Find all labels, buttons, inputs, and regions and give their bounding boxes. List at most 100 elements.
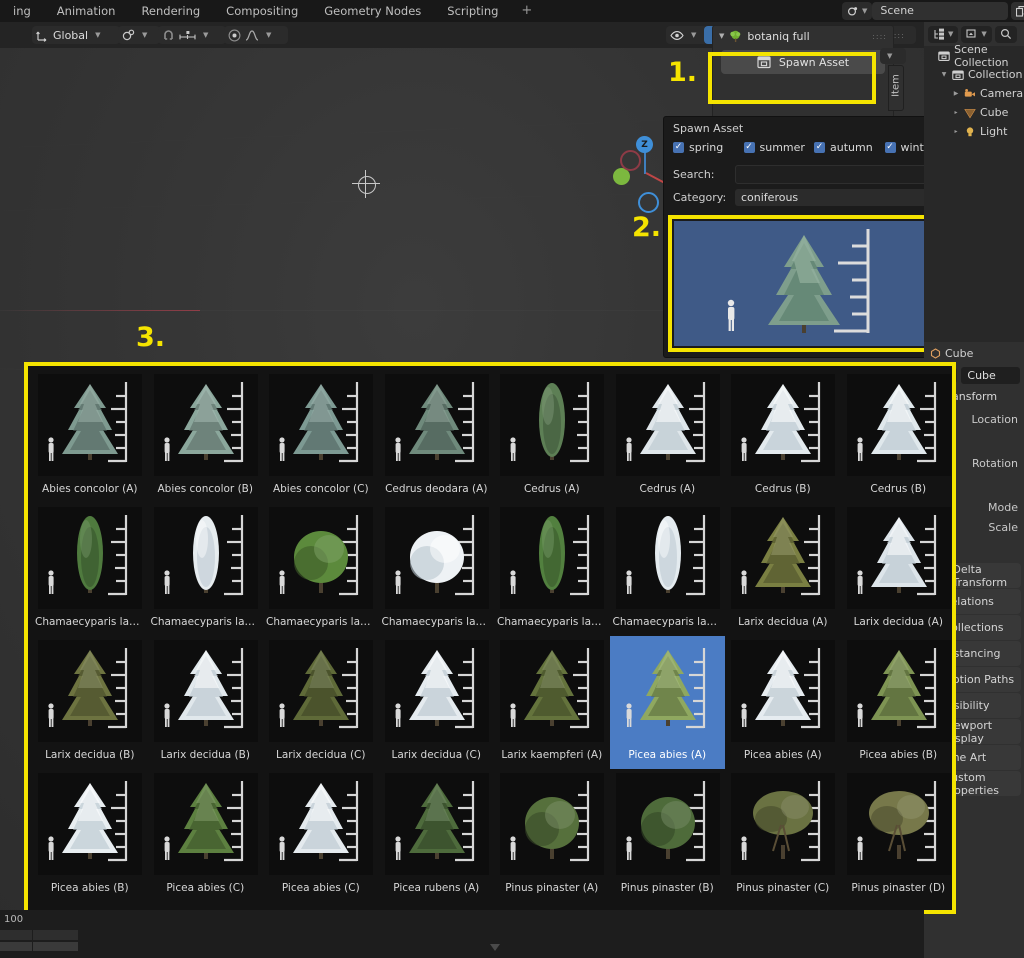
expand-triangle-icon[interactable]: ▸ — [952, 128, 960, 135]
botaniq-panel-header[interactable]: ▼ botaniq full :::: — [713, 26, 893, 46]
asset-item[interactable]: Picea abies (B) — [32, 769, 148, 902]
snap-group[interactable]: ▼ — [158, 26, 226, 44]
asset-item[interactable]: Abies concolor (A) — [32, 370, 148, 503]
popup-title: Spawn Asset — [673, 122, 744, 135]
category-dropdown[interactable]: coniferous ▼ — [735, 189, 955, 206]
asset-item[interactable]: Larix decidua (C) — [263, 636, 379, 769]
expand-triangle-icon[interactable]: ▶ — [952, 90, 960, 97]
scene-name-field[interactable]: Scene — [872, 2, 1009, 20]
search-input[interactable] — [735, 165, 955, 184]
asset-label: Picea abies (C) — [166, 882, 245, 894]
asset-item[interactable]: Abies concolor (B) — [148, 370, 264, 503]
workspace-tab-compositing[interactable]: Compositing — [213, 0, 311, 22]
asset-item[interactable]: Larix decidua (C) — [379, 636, 495, 769]
asset-label: Pinus pinaster (C) — [736, 882, 830, 894]
npanel-extra-dropdown[interactable]: ▼ — [880, 48, 906, 64]
asset-item[interactable]: Larix decidua (B) — [32, 636, 148, 769]
falloff-curve-icon — [245, 29, 259, 41]
outliner-filter[interactable]: ▼ — [961, 25, 992, 43]
asset-thumbnail — [731, 374, 835, 476]
object-name-field[interactable]: Cube — [961, 366, 1020, 384]
season-checkbox-spring[interactable]: ✓ spring — [673, 141, 744, 154]
workspace-tab-animation[interactable]: Animation — [44, 0, 129, 22]
breadcrumb: Cube — [924, 342, 1024, 364]
asset-label: Picea abies (B) — [859, 749, 938, 761]
workspace-tab-geometry-nodes[interactable]: Geometry Nodes — [311, 0, 434, 22]
asset-item[interactable]: Larix decidua (A) — [841, 503, 957, 636]
asset-item[interactable]: Larix decidua (A) — [725, 503, 841, 636]
chevron-down-icon[interactable]: ▼ — [719, 32, 724, 40]
asset-item[interactable]: Picea abies (C) — [263, 769, 379, 902]
asset-item[interactable]: Abies concolor (C) — [263, 370, 379, 503]
scene-browse-icon[interactable]: ▼ — [842, 2, 873, 20]
outliner-row-collection[interactable]: ▼ Collection — [924, 65, 1024, 84]
asset-item[interactable]: Picea abies (A) — [725, 636, 841, 769]
asset-thumbnail — [615, 374, 720, 476]
copy-icon[interactable] — [1011, 2, 1024, 20]
transform-orientation-dropdown[interactable]: Global ▼ — [32, 26, 120, 44]
season-checkbox-summer[interactable]: ✓ summer — [743, 141, 815, 154]
asset-item[interactable]: Pinus pinaster (B) — [610, 769, 726, 902]
mesh-icon — [964, 107, 976, 119]
scene-selector[interactable]: ▼ Scene ✕ — [842, 2, 1024, 20]
asset-browser[interactable]: Abies concolor (A) Abies concolor (B) Ab… — [24, 362, 956, 914]
asset-item[interactable]: Cedrus (A) — [494, 370, 610, 503]
asset-thumbnail — [38, 640, 142, 742]
outliner-row-scene-collection[interactable]: Scene Collection — [924, 43, 1024, 69]
proportional-edit-group[interactable]: ▼ — [224, 26, 288, 44]
outliner-row-cube[interactable]: ▸ Cube — [924, 103, 1024, 122]
expand-triangle-icon[interactable]: ▸ — [952, 109, 960, 116]
workspace-tab-rendering[interactable]: Rendering — [128, 0, 213, 22]
workspace-tab-ing[interactable]: ing — [0, 0, 44, 22]
asset-item[interactable]: Picea abies (A) — [609, 636, 725, 769]
gizmo-neg-z-axis[interactable] — [638, 192, 659, 213]
pivot-point-dropdown[interactable]: ▼ — [118, 26, 160, 44]
asset-item[interactable]: Picea abies (C) — [148, 769, 264, 902]
gizmo-neg-x-axis[interactable] — [620, 150, 641, 171]
season-checkbox-autumn[interactable]: ✓ autumn — [814, 141, 885, 154]
timeline-track-secondary[interactable] — [0, 942, 78, 951]
asset-item[interactable]: Larix kaempferi (A) — [494, 636, 610, 769]
pivot-icon — [122, 29, 135, 40]
timeline-playhead[interactable] — [490, 944, 500, 951]
asset-thumbnail — [384, 507, 489, 609]
asset-item[interactable]: Cedrus (A) — [610, 370, 726, 503]
asset-item[interactable]: Cedrus (B) — [725, 370, 841, 503]
collection-icon — [938, 50, 950, 62]
outliner-search[interactable] — [994, 25, 1017, 43]
outliner-row-light[interactable]: ▸ Light — [924, 122, 1024, 141]
outliner-display-mode[interactable]: ▼ — [928, 25, 959, 43]
asset-preview-image[interactable] — [674, 221, 946, 346]
asset-item[interactable]: Cedrus (B) — [841, 370, 957, 503]
asset-box-icon — [757, 56, 771, 69]
season-checkbox-row: ✓ spring ✓ summer ✓ autumn ✓ winter — [673, 141, 955, 154]
timeline-track[interactable] — [0, 930, 78, 940]
asset-item[interactable]: Pinus pinaster (D) — [841, 769, 957, 902]
asset-item[interactable]: Chamaecyparis law... — [610, 503, 726, 636]
asset-item[interactable]: Chamaecyparis law... — [379, 503, 495, 636]
asset-item[interactable]: Pinus pinaster (A) — [494, 769, 610, 902]
3d-cursor-icon — [352, 170, 380, 198]
chevron-down-icon: ▼ — [862, 7, 868, 15]
chevron-down-icon: ▼ — [981, 30, 987, 38]
asset-item[interactable]: Picea abies (B) — [841, 636, 957, 769]
outliner-row-camera[interactable]: ▶ Camera — [924, 84, 1024, 103]
sidebar-tab-item[interactable]: Item — [888, 65, 904, 111]
gizmo-z-axis[interactable]: Z — [636, 136, 653, 153]
spawn-asset-button[interactable]: Spawn Asset — [721, 50, 885, 74]
asset-item[interactable]: Cedrus deodara (A) — [379, 370, 495, 503]
asset-thumbnail — [731, 507, 835, 609]
asset-item[interactable]: Chamaecyparis law... — [32, 503, 148, 636]
expand-triangle-icon[interactable]: ▼ — [940, 71, 948, 78]
asset-item[interactable]: Chamaecyparis law... — [263, 503, 379, 636]
asset-item[interactable]: Larix decidua (B) — [148, 636, 264, 769]
asset-item[interactable]: Pinus pinaster (C) — [725, 769, 841, 902]
asset-item[interactable]: Chamaecyparis law... — [148, 503, 264, 636]
asset-item[interactable]: Picea rubens (A) — [379, 769, 495, 902]
add-workspace-button[interactable]: + — [511, 0, 542, 22]
visibility-dropdown[interactable]: ▼ — [666, 26, 708, 44]
asset-label: Cedrus (A) — [639, 483, 696, 495]
workspace-tab-scripting[interactable]: Scripting — [434, 0, 511, 22]
asset-item[interactable]: Chamaecyparis law... — [494, 503, 610, 636]
timeline-editor[interactable]: 100 — [0, 910, 924, 958]
